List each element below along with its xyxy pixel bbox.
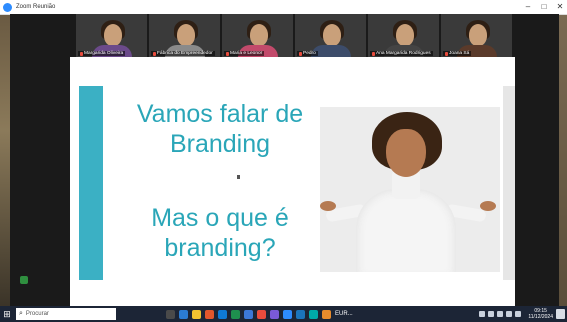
taskbar-app-icon[interactable] — [257, 309, 266, 319]
system-tray: 09:15 11/12/2024 — [479, 306, 553, 322]
muted-mic-icon — [299, 51, 302, 56]
shrugging-woman-photo — [320, 107, 500, 272]
zoom-logo-icon — [3, 2, 12, 12]
participant-face — [323, 24, 341, 46]
participant-tile[interactable]: Joana Sá — [441, 14, 512, 57]
tray-icon[interactable] — [479, 311, 486, 317]
start-button[interactable]: ⊞ — [0, 306, 14, 322]
muted-mic-icon — [372, 51, 375, 56]
wifi-icon[interactable] — [506, 311, 513, 317]
taskbar-app-icon[interactable] — [309, 309, 318, 319]
slide-title-line: Vamos falar de — [136, 100, 304, 128]
tray-icon[interactable] — [497, 311, 504, 317]
search-placeholder: Procurar — [25, 311, 49, 317]
photo-hand-right — [480, 201, 496, 211]
clock-date: 11/12/2024 — [528, 314, 553, 320]
taskbar-app-icon[interactable] — [244, 309, 253, 319]
background-edge-right — [559, 14, 567, 306]
participant-tile[interactable]: Fábrica do Empreendedor — [149, 14, 220, 57]
taskbar-app-icon[interactable] — [231, 309, 240, 319]
slide-question-line: branding? — [164, 234, 276, 262]
participant-name: Margarida Oliveira — [84, 51, 124, 56]
windows-taskbar: ⊞ ⌕ Procurar EUR... 09:15 11/12/2024 — [0, 306, 567, 322]
participant-tile[interactable]: Maria e Leonor — [222, 14, 293, 57]
participant-name: Pedro — [303, 51, 316, 56]
participant-name-tag: Pedro — [297, 51, 318, 56]
taskbar-app-icon[interactable] — [179, 309, 188, 319]
muted-mic-icon — [226, 51, 229, 56]
participant-name-tag: Maria e Leonor — [224, 51, 265, 56]
notification-icon[interactable] — [556, 309, 565, 319]
participant-name-tag: Fábrica do Empreendedor — [151, 51, 215, 56]
taskbar-clock[interactable]: 09:15 11/12/2024 — [528, 308, 553, 320]
slide-title: Vamos falar de Branding — [120, 99, 320, 159]
participant-strip: Margarida Oliveira Fábrica do Empreendedo… — [76, 14, 512, 59]
shared-slide: Vamos falar de Branding Mas o que é bran… — [70, 57, 515, 306]
window-title: Zoom Reunião — [16, 4, 56, 10]
close-button[interactable]: ✕ — [550, 0, 567, 14]
participant-name-tag: Ana Margarida Rodrigues — [370, 51, 433, 56]
muted-mic-icon — [153, 51, 156, 56]
participant-name: Fábrica do Empreendedor — [157, 51, 213, 56]
participant-face — [469, 24, 487, 46]
photo-hand-left — [320, 201, 336, 211]
participant-name: Ana Margarida Rodrigues — [376, 51, 431, 56]
slide-right-strip — [503, 86, 515, 280]
meeting-area: Margarida Oliveira Fábrica do Empreendedo… — [10, 14, 559, 306]
slide-accent-bar — [79, 86, 103, 280]
participant-face — [396, 24, 414, 46]
photo-sweater — [356, 189, 456, 272]
taskbar-app-icon[interactable] — [322, 309, 331, 319]
taskbar-app-icon[interactable] — [296, 309, 305, 319]
tray-icon[interactable] — [488, 311, 495, 317]
volume-icon[interactable] — [515, 311, 522, 317]
mouse-cursor — [237, 175, 240, 179]
muted-mic-icon — [445, 51, 448, 56]
taskbar-app-icon[interactable] — [270, 309, 279, 319]
slide-question-line: Mas o que é — [151, 204, 289, 232]
muted-mic-icon — [80, 51, 83, 56]
taskbar-weather-label[interactable]: EUR... — [335, 311, 353, 317]
taskbar-apps — [166, 309, 331, 319]
slide-question: Mas o que é branding? — [120, 203, 320, 263]
taskbar-app-icon[interactable] — [283, 309, 292, 319]
participant-tile[interactable]: Ana Margarida Rodrigues — [368, 14, 439, 57]
search-icon: ⌕ — [19, 310, 23, 317]
annotate-icon[interactable] — [20, 276, 28, 284]
taskbar-app-icon[interactable] — [218, 309, 227, 319]
participant-name-tag: Margarida Oliveira — [78, 51, 126, 56]
photo-face — [386, 129, 426, 177]
participant-name: Joana Sá — [449, 51, 470, 56]
participant-face — [104, 24, 122, 46]
slide-title-line: Branding — [169, 130, 271, 158]
taskbar-app-icon[interactable] — [205, 309, 214, 319]
participant-name-tag: Joana Sá — [443, 51, 472, 56]
background-edge-left — [0, 14, 10, 306]
participant-tile[interactable]: Pedro — [295, 14, 366, 57]
window-titlebar: Zoom Reunião – □ ✕ — [0, 0, 567, 15]
participant-name: Maria e Leonor — [230, 51, 263, 56]
participant-tile[interactable]: Margarida Oliveira — [76, 14, 147, 57]
taskbar-app-icon[interactable] — [166, 309, 175, 319]
participant-face — [250, 24, 268, 46]
participant-face — [177, 24, 195, 46]
taskbar-app-icon[interactable] — [192, 309, 201, 319]
taskbar-search[interactable]: ⌕ Procurar — [16, 308, 116, 320]
